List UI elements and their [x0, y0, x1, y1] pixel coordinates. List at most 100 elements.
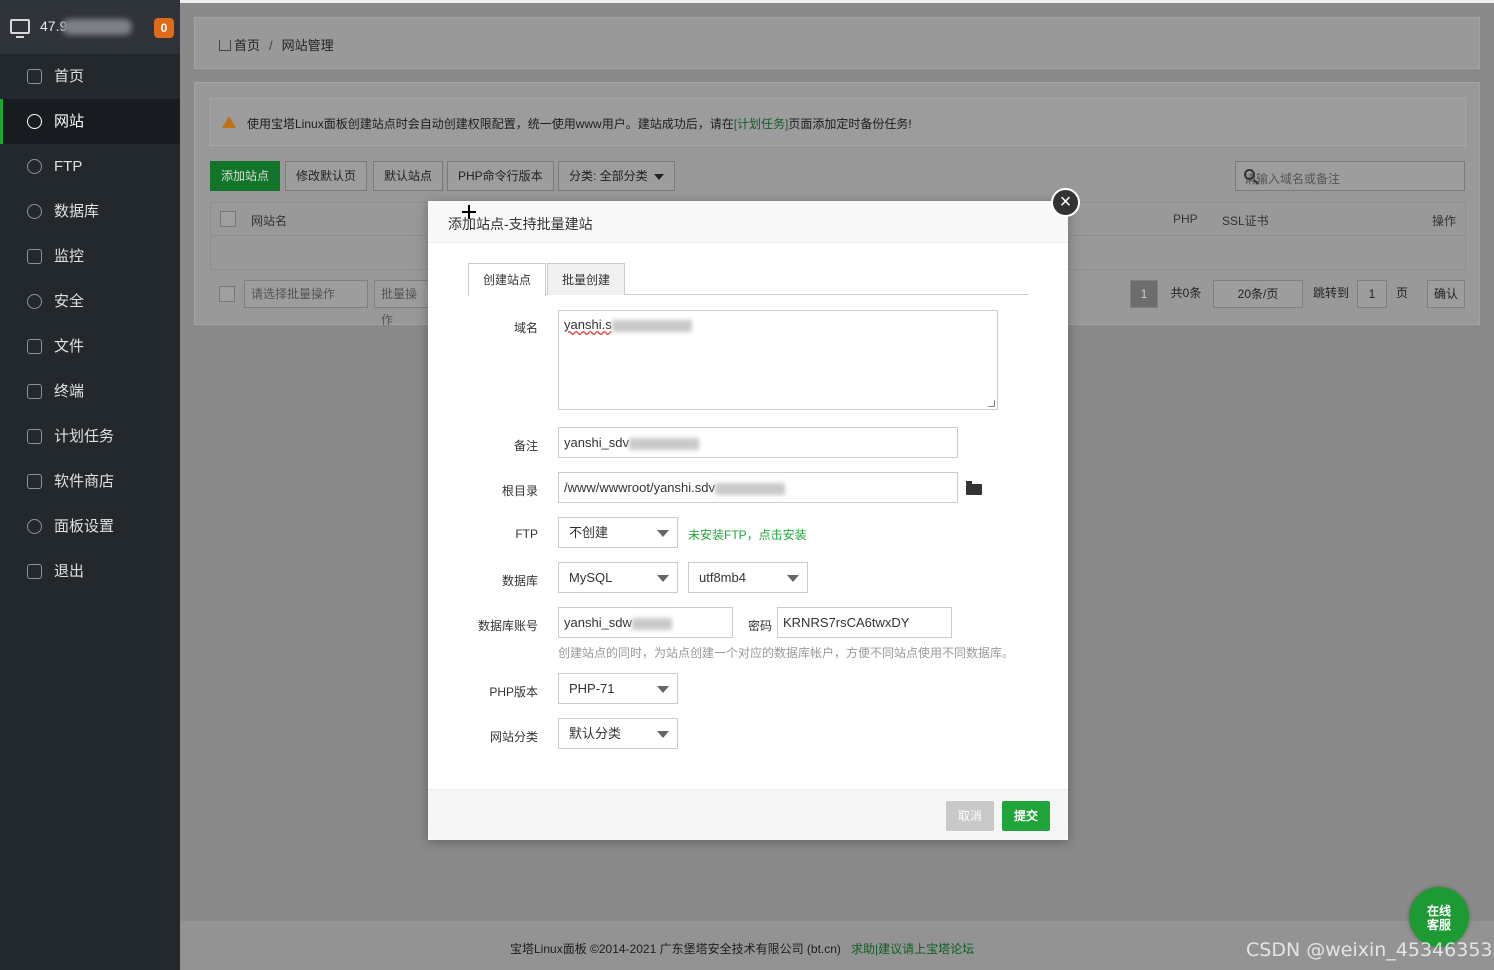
redacted-blur: [631, 617, 672, 630]
online-service-button[interactable]: 在线 客服: [1409, 887, 1469, 947]
category-filter-dropdown[interactable]: 分类: 全部分类: [558, 161, 675, 191]
jump-label: 跳转到: [1312, 286, 1349, 300]
category-filter-label: 分类: 全部分类: [569, 169, 648, 183]
notice-banner: 使用宝塔Linux面板创建站点时会自动创建权限配置，统一使用www用户。建站成功…: [210, 98, 1466, 146]
service-line1: 在线: [1426, 904, 1451, 918]
sidebar-item-label: 数据库: [54, 203, 100, 220]
close-icon[interactable]: ×: [1051, 188, 1080, 217]
db-pass-label: 密码: [747, 619, 772, 633]
sidebar-item-logout[interactable]: 退出: [0, 549, 180, 594]
remark-input[interactable]: yanshi_sdv: [558, 427, 958, 458]
breadcrumb-home[interactable]: 首页: [234, 38, 260, 53]
redacted-blur: [715, 482, 785, 495]
db-pass-input[interactable]: KRNRS7rsCA6twxDY: [777, 607, 952, 638]
chevron-down-icon: [653, 173, 664, 180]
notice-pre: 使用宝塔Linux面板创建站点时会自动创建权限配置，统一使用www用户。建站成功…: [247, 117, 734, 131]
per-page-select[interactable]: 20条/页: [1213, 280, 1303, 308]
cancel-button[interactable]: 取消: [946, 801, 994, 831]
sidebar-item-label: 计划任务: [54, 428, 115, 445]
sidebar-item-home[interactable]: 首页: [0, 54, 180, 99]
batch-execute-button[interactable]: 批量操作: [374, 280, 434, 327]
batch-select-placeholder: 请选择批量操作: [251, 287, 336, 301]
root-dir-label: 根目录: [501, 484, 538, 498]
search-icon[interactable]: [1244, 169, 1255, 180]
logout-icon: [27, 564, 42, 579]
move-cursor-icon: [462, 205, 476, 219]
search-input[interactable]: 请输入域名或备注: [1235, 161, 1465, 191]
sidebar-item-label: 网站: [54, 113, 85, 130]
php-version-label: PHP版本: [489, 685, 538, 699]
cron-link[interactable]: [计划任务]: [734, 117, 789, 131]
folder-open-icon[interactable]: [966, 481, 982, 495]
notice-post: 页面添加定时备份任务!: [788, 117, 912, 131]
ftp-select[interactable]: 不创建: [558, 517, 678, 548]
database-charset-select[interactable]: utf8mb4: [688, 562, 808, 593]
remark-label: 备注: [513, 439, 538, 453]
alert-badge[interactable]: 0: [154, 18, 174, 38]
jump-confirm-button[interactable]: 确认: [1427, 280, 1465, 308]
domain-value: yanshi.s: [564, 317, 612, 332]
server-header: 47.9 0: [0, 0, 180, 54]
php-version-select[interactable]: PHP-71: [558, 673, 678, 704]
root-dir-input[interactable]: /www/wwwroot/yanshi.sdv: [558, 472, 958, 503]
dialog-header: 添加站点-支持批量建站: [428, 201, 1068, 243]
sidebar-item-monitor[interactable]: 监控: [0, 234, 180, 279]
domain-textarea[interactable]: yanshi.s: [558, 310, 998, 410]
sidebar-item-security[interactable]: 安全: [0, 279, 180, 324]
resize-grip-icon[interactable]: [988, 400, 995, 407]
default-site-button[interactable]: 默认站点: [373, 161, 444, 191]
breadcrumb-current: 网站管理: [281, 38, 334, 53]
submit-button[interactable]: 提交: [1002, 801, 1050, 831]
jump-page-input[interactable]: 1: [1357, 280, 1387, 308]
tab-create-site[interactable]: 创建站点: [468, 263, 547, 296]
footer-text: 宝塔Linux面板 ©2014-2021 广东堡塔安全技术有限公司 (bt.cn…: [510, 940, 974, 957]
root-dir-value: /www/wwwroot/yanshi.sdv: [564, 480, 715, 495]
folder-icon: [27, 339, 42, 354]
tab-batch-create[interactable]: 批量创建: [547, 263, 626, 295]
page-current[interactable]: 1: [1130, 280, 1158, 308]
redacted-blur: [629, 437, 700, 450]
add-site-button[interactable]: 添加站点: [210, 161, 281, 191]
col-php: PHP: [1173, 212, 1198, 226]
warning-icon: [222, 116, 236, 128]
database-label: 数据库: [501, 574, 538, 588]
db-user-label: 数据库账号: [477, 619, 538, 633]
col-ssl: SSL证书: [1222, 214, 1269, 228]
dialog-footer: 取消 提交: [428, 789, 1068, 840]
domain-label: 域名: [513, 321, 538, 335]
sidebar-item-label: 软件商店: [54, 473, 115, 490]
select-all-checkbox[interactable]: [220, 211, 236, 227]
sidebar-item-website[interactable]: 网站: [0, 99, 180, 144]
batch-select-checkbox[interactable]: [219, 286, 235, 302]
php-cli-version-button[interactable]: PHP命令行版本: [447, 161, 554, 191]
database-type-select[interactable]: MySQL: [558, 562, 678, 593]
service-line2: 客服: [1426, 918, 1451, 932]
sidebar-item-ftp[interactable]: FTP: [0, 144, 180, 189]
sidebar-menu: 首页 网站 FTP 数据库 监控 安全 文件 终端 计划任务 软件商店 面板设置…: [0, 54, 180, 594]
sidebar-item-database[interactable]: 数据库: [0, 189, 180, 234]
modify-default-page-button[interactable]: 修改默认页: [285, 161, 368, 191]
terminal-icon: [27, 384, 42, 399]
sidebar-item-label: 安全: [54, 293, 85, 310]
install-ftp-link[interactable]: 未安装FTP，点击安装: [688, 526, 807, 543]
site-category-select[interactable]: 默认分类: [558, 718, 678, 749]
col-site-name[interactable]: 网站名: [251, 212, 287, 229]
breadcrumb: 首页 / 网站管理: [219, 35, 334, 54]
top-line: [180, 0, 1494, 3]
notice-text: 使用宝塔Linux面板创建站点时会自动创建权限配置，统一使用www用户。建站成功…: [247, 115, 912, 132]
sidebar-item-cron[interactable]: 计划任务: [0, 414, 180, 459]
sidebar-item-files[interactable]: 文件: [0, 324, 180, 369]
gear-icon: [27, 519, 42, 534]
globe-icon: [27, 114, 42, 129]
batch-select-dropdown[interactable]: 请选择批量操作: [244, 280, 368, 308]
sidebar: 47.9 0 首页 网站 FTP 数据库 监控 安全 文件 终端 计划任务 软件…: [0, 0, 180, 970]
sidebar-item-label: 文件: [54, 338, 85, 355]
monitor-icon: [27, 249, 42, 264]
sidebar-item-settings[interactable]: 面板设置: [0, 504, 180, 549]
forum-link[interactable]: 求助|建议请上宝塔论坛: [851, 942, 974, 956]
breadcrumb-bar: 首页 / 网站管理: [194, 17, 1480, 69]
sidebar-item-terminal[interactable]: 终端: [0, 369, 180, 414]
ftp-icon: [27, 159, 42, 174]
sidebar-item-store[interactable]: 软件商店: [0, 459, 180, 504]
breadcrumb-separator: /: [269, 38, 273, 53]
